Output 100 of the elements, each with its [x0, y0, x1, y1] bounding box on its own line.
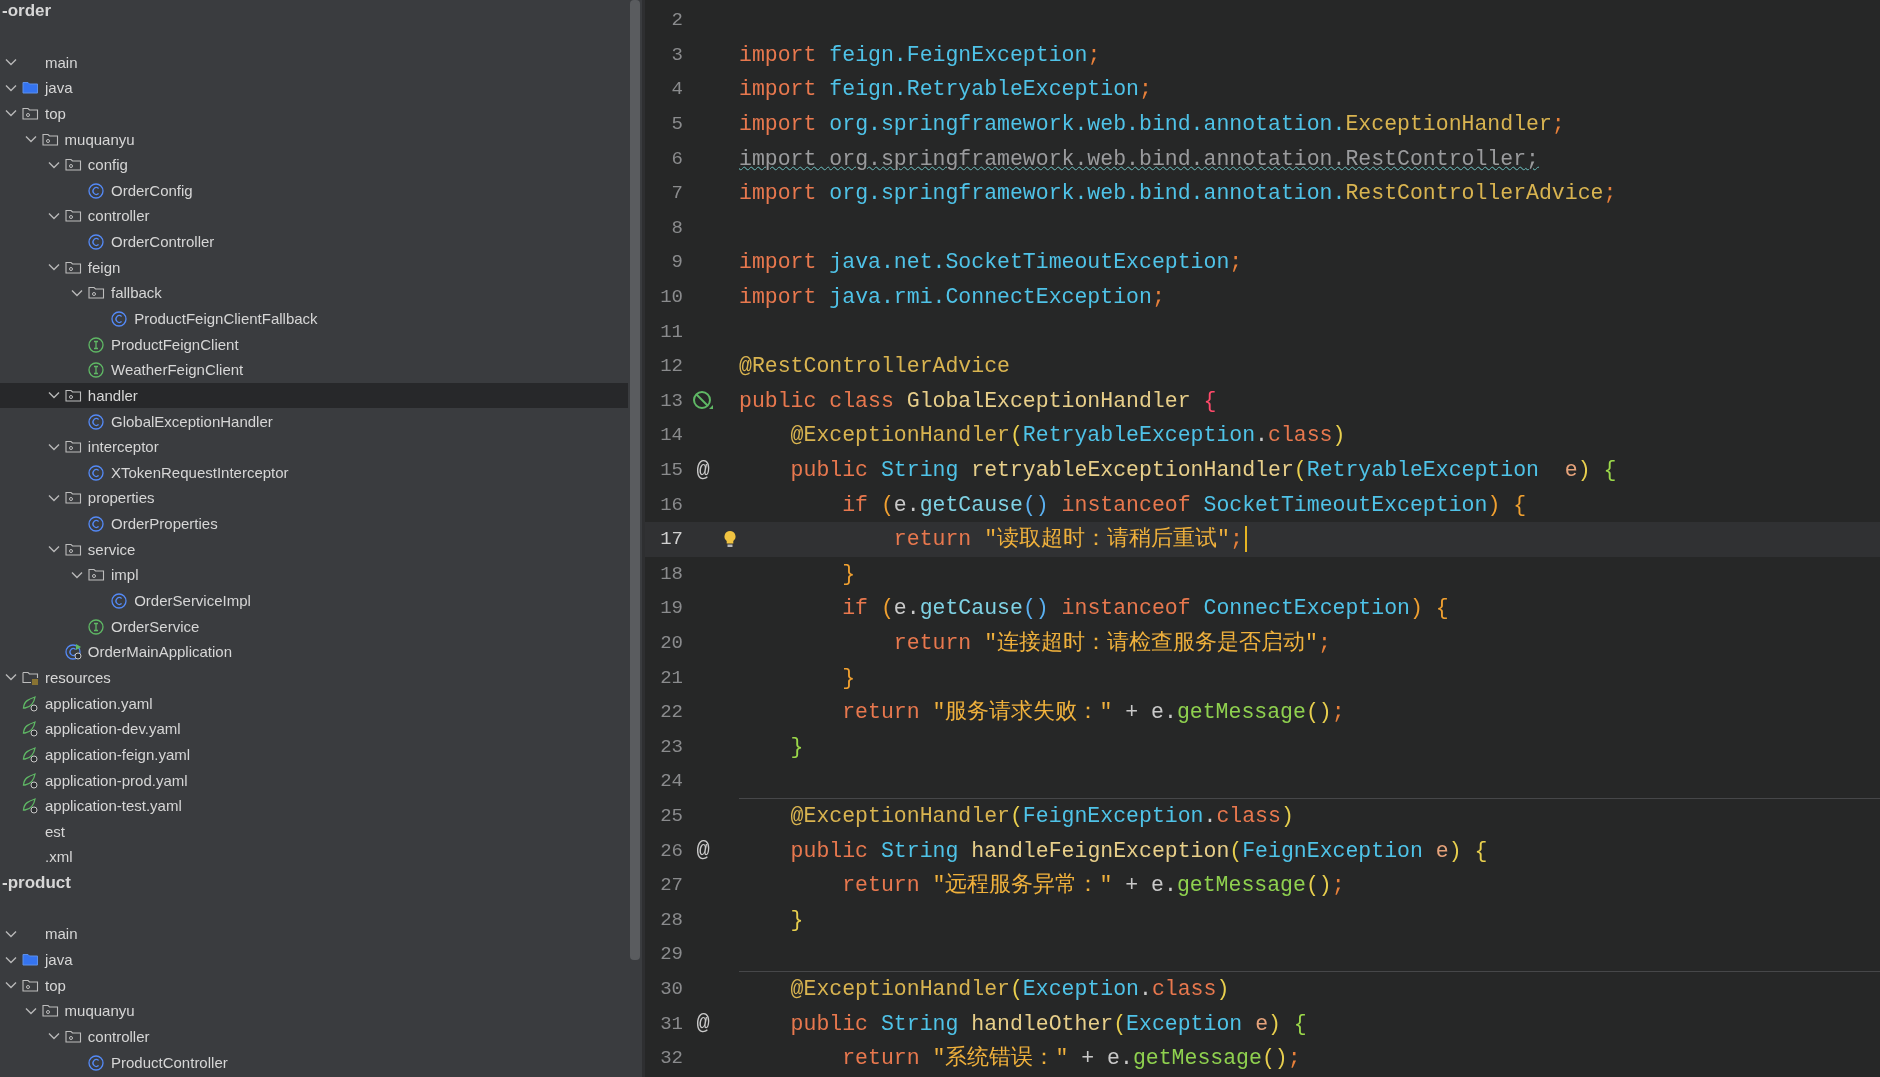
tree-item[interactable]: interceptor	[0, 433, 628, 460]
code-line: @ExceptionHandler(RetryableException.class)	[789, 422, 1347, 450]
leaf-icon	[22, 694, 39, 712]
tree-item[interactable]: muquanyu	[0, 998, 628, 1024]
code-line: @RestControllerAdvice	[739, 353, 1011, 381]
tree-item[interactable]: XTokenRequestInterceptor	[0, 459, 628, 486]
leaf-icon	[22, 745, 39, 763]
scrollbar-thumb[interactable]	[630, 0, 640, 960]
tree-item[interactable]: application.yaml	[0, 690, 628, 716]
tree-item[interactable]: .xml	[0, 844, 628, 870]
tree-item[interactable]: OrderController	[0, 228, 628, 255]
tree-item[interactable]: muquanyu	[0, 126, 628, 152]
lightbulb-icon[interactable]	[723, 530, 737, 549]
code-line: import org.springframework.web.bind.annotation.RestController;	[739, 145, 1540, 173]
tree-item[interactable]: config	[0, 151, 628, 178]
tree-item[interactable]: ProductFeignClientFallback	[0, 305, 628, 332]
line-number: 10	[659, 286, 683, 309]
line-number: 27	[659, 874, 683, 897]
module-name[interactable]: -product	[0, 869, 71, 896]
tree-item[interactable]: WeatherFeignClient	[0, 356, 628, 383]
code-line: @ExceptionHandler(Exception.class)	[739, 971, 1880, 1007]
line-number: 14	[659, 424, 683, 447]
code-line: import org.springframework.web.bind.annotation.ExceptionHandler;	[739, 111, 1566, 139]
implementation-marker[interactable]: @	[696, 838, 710, 864]
line-number: 12	[659, 355, 683, 378]
line-number: 18	[659, 562, 683, 585]
line-number: 21	[659, 666, 683, 689]
tree-item[interactable]: OrderMainApplication	[0, 639, 628, 665]
line-number: 30	[659, 977, 683, 1000]
package-folder-icon	[64, 438, 82, 456]
tree-item[interactable]: est	[0, 818, 628, 845]
line-number: 8	[670, 216, 683, 239]
class-icon	[88, 515, 105, 533]
line-number: 22	[659, 701, 683, 724]
line-number: 26	[659, 839, 683, 862]
tree-item[interactable]: application-test.yaml	[0, 792, 628, 819]
tree-item[interactable]: main	[0, 921, 628, 947]
line-number: 19	[659, 597, 683, 620]
tree-item[interactable]: resources	[0, 664, 628, 691]
line-number: 25	[659, 804, 683, 827]
code-line: return "连接超时：请检查服务是否启动";	[892, 629, 1332, 657]
code-line: import java.rmi.ConnectException;	[739, 284, 1166, 312]
line-number: 20	[659, 632, 683, 654]
code-line: @ExceptionHandler(FeignException.class)	[739, 798, 1880, 834]
run-class-icon	[64, 643, 82, 661]
tree-item[interactable]: feign	[0, 254, 628, 281]
code-line: return "服务请求失败：" + e.getMessage();	[841, 699, 1346, 727]
line-number: 16	[659, 493, 683, 516]
class-icon	[88, 233, 105, 251]
leaf-icon	[22, 720, 39, 738]
tree-item[interactable]: application-dev.yaml	[0, 715, 628, 742]
line-number: 7	[670, 182, 683, 205]
tree-item[interactable]: main	[0, 49, 628, 75]
tree-item[interactable]: properties	[0, 485, 628, 511]
code-line: import java.net.SocketTimeoutException;	[739, 249, 1244, 277]
tree-item[interactable]: OrderServiceImpl	[0, 587, 628, 614]
tree-item[interactable]: fallback	[0, 280, 628, 306]
interface-icon	[88, 335, 105, 353]
slashed-circle-icon[interactable]	[692, 389, 714, 412]
line-number: 32	[659, 1047, 683, 1070]
code-line: return "读取超时：请稍后重试";	[892, 526, 1243, 554]
code-line: import feign.FeignException;	[739, 41, 1102, 69]
code-line: return "远程服务异常：" + e.getMessage();	[841, 872, 1346, 900]
tree-item[interactable]: impl	[0, 562, 628, 588]
code-line: import org.springframework.web.bind.annotation.RestControllerAdvice;	[739, 180, 1618, 208]
tree-item[interactable]: OrderService	[0, 613, 628, 639]
tree-item[interactable]: OrderConfig	[0, 177, 628, 204]
line-number: 24	[659, 770, 683, 793]
tree-item[interactable]: application-feign.yaml	[0, 741, 628, 768]
code-line: public String handleFeignException(FeignException e) {	[789, 837, 1489, 865]
module-name[interactable]: -order	[0, 0, 52, 24]
tree-item[interactable]: controller	[0, 203, 628, 229]
line-number: 9	[670, 251, 683, 274]
tree-item[interactable]: service	[0, 536, 628, 563]
tree-item[interactable]: handler	[0, 382, 628, 409]
tree-item[interactable]: java	[0, 74, 628, 101]
class-icon	[88, 463, 105, 481]
line-number: 29	[659, 943, 683, 966]
tree-item[interactable]: controller	[0, 1023, 628, 1050]
tree-item[interactable]: GlobalExceptionHandler	[0, 408, 628, 434]
interface-icon	[88, 617, 105, 635]
implementation-marker[interactable]: @	[696, 1011, 710, 1036]
package-folder-icon	[88, 284, 105, 302]
code-line: return "系统错误：" + e.getMessage();	[841, 1044, 1302, 1073]
tree-item[interactable]: application-prod.yaml	[0, 767, 628, 793]
line-number: 6	[670, 147, 683, 170]
line-number: 3	[670, 43, 683, 66]
tree-item[interactable]: OrderProperties	[0, 510, 628, 537]
implementation-marker[interactable]: @	[696, 457, 710, 483]
tree-item[interactable]: ProductFeignClient	[0, 331, 628, 357]
tree-item[interactable]: top	[0, 100, 628, 127]
tree-item[interactable]: ProductController	[0, 1049, 628, 1075]
line-number: 23	[659, 735, 683, 758]
tree-item[interactable]: top	[0, 972, 628, 998]
class-icon	[111, 592, 129, 610]
class-icon	[88, 412, 105, 430]
line-number: 2	[670, 9, 683, 32]
tree-item[interactable]: java	[0, 946, 628, 973]
line-number: 13	[659, 389, 683, 412]
class-icon	[88, 1053, 105, 1071]
